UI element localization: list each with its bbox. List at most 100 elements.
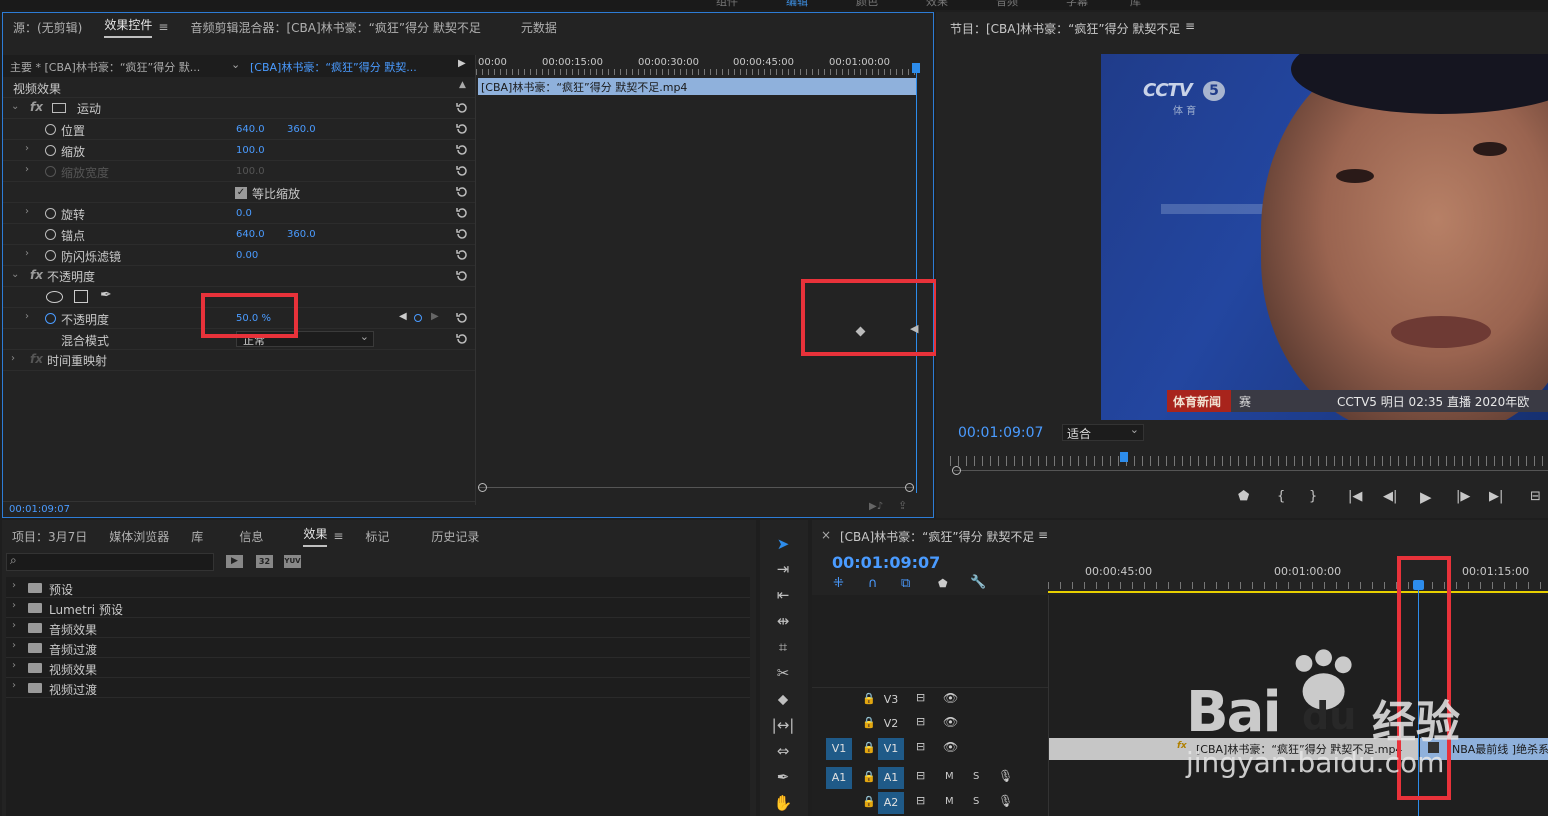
tab-audio-clip-mixer[interactable]: 音频剪辑混合器：[CBA]林书豪：“疯狂”得分 默契不足 — [190, 19, 480, 36]
tree-item-video-transitions[interactable]: › 视频过渡 — [6, 679, 750, 698]
opacity-group-row[interactable]: ⌄ fx 不透明度 — [3, 266, 475, 287]
time-remap-row[interactable]: › fx 时间重映射 — [3, 350, 475, 371]
clip-bar[interactable]: [CBA]林书豪：“疯狂”得分 默契不足.mp4 — [478, 78, 916, 95]
motion-row[interactable]: ⌄ fx 运动 — [3, 98, 475, 119]
scale-row[interactable]: › 缩放 100.0 — [3, 140, 475, 161]
rectangle-mask-icon[interactable] — [74, 290, 88, 303]
program-menu-icon[interactable]: ≡ — [1185, 19, 1195, 33]
effect-timecode[interactable]: 00:01:09:07 — [9, 504, 70, 515]
ripple-edit-tool-icon[interactable]: ⇤ — [771, 586, 795, 606]
track-target-v1[interactable]: V1 — [878, 738, 904, 760]
add-marker-icon[interactable]: ⬟ — [938, 577, 948, 590]
pen-mask-icon[interactable]: ✒ — [100, 287, 112, 303]
add-keyframe-icon[interactable] — [414, 314, 422, 322]
position-row[interactable]: 位置 640.0 360.0 — [3, 119, 475, 140]
track-a2[interactable]: 🔒 A2 ⊟ M S 🎙 — [812, 791, 1048, 815]
bit32-effects-icon[interactable]: 32 — [256, 555, 273, 568]
scale-value[interactable]: 100.0 — [236, 145, 265, 156]
fit-select[interactable]: 适合 ⌄ — [1062, 423, 1144, 441]
slip-tool-icon[interactable]: ⬥ — [771, 690, 795, 710]
search-input[interactable] — [25, 555, 211, 569]
rotation-value[interactable]: 0.0 — [236, 208, 252, 219]
microphone-icon[interactable]: 🎙 — [998, 794, 1013, 808]
track-v2[interactable]: 🔒 V2 ⊟ 👁 — [812, 712, 1048, 736]
close-icon[interactable]: × — [821, 528, 831, 542]
chevron-right-icon[interactable]: › — [25, 143, 29, 154]
track-v1[interactable]: V1 🔒 V1 ⊟ 👁 — [812, 737, 1048, 761]
linked-selection-icon[interactable]: ⧉ — [901, 576, 910, 591]
settings-wrench-icon[interactable]: 🔧 — [970, 575, 986, 590]
sync-lock-icon[interactable]: ⊟ — [916, 715, 925, 728]
snap-icon[interactable]: ∩ — [868, 576, 878, 591]
tab-info[interactable]: 信息 — [239, 528, 263, 545]
timeline-timecode[interactable]: 00:01:09:07 — [832, 553, 940, 572]
playhead-handle[interactable] — [912, 63, 920, 73]
lock-icon[interactable]: 🔒 — [862, 716, 876, 729]
go-to-out-icon[interactable]: ▶| — [1489, 489, 1503, 504]
fx-icon[interactable]: fx — [30, 268, 43, 282]
export-frame-icon[interactable]: ⊟ — [1530, 489, 1541, 504]
anchor-y[interactable]: 360.0 — [287, 229, 316, 240]
tab-effect-controls[interactable]: 效果控件 — [104, 16, 153, 38]
chevron-right-icon[interactable]: › — [12, 580, 16, 591]
reset-icon[interactable] — [455, 332, 469, 346]
reset-icon[interactable] — [455, 206, 469, 220]
track-target-a1[interactable]: A1 — [878, 767, 904, 789]
program-scrollbar[interactable] — [954, 470, 1548, 471]
tree-item-video-effects[interactable]: › 视频效果 — [6, 659, 750, 678]
program-timecode[interactable]: 00:01:09:07 — [958, 425, 1043, 441]
lock-icon[interactable]: 🔒 — [862, 741, 876, 754]
lock-icon[interactable]: 🔒 — [862, 795, 876, 808]
add-marker-icon[interactable]: ⬟ — [1238, 489, 1249, 504]
tab-menu-icon[interactable]: ≡ — [333, 529, 343, 543]
chevron-right-icon[interactable]: › — [12, 600, 16, 611]
stopwatch-icon[interactable] — [45, 229, 56, 240]
stopwatch-icon[interactable] — [45, 208, 56, 219]
workspace-color[interactable]: 颜色 — [856, 0, 878, 9]
source-patch-v1[interactable]: V1 — [826, 738, 852, 760]
reset-icon[interactable] — [455, 122, 469, 136]
reset-icon[interactable] — [455, 164, 469, 178]
anchor-row[interactable]: 锚点 640.0 360.0 — [3, 224, 475, 245]
tab-markers[interactable]: 标记 — [365, 528, 389, 545]
work-area-bar[interactable] — [1048, 591, 1548, 593]
accelerated-effects-icon[interactable]: ▶ — [226, 555, 243, 568]
keyframe-ruler[interactable]: 00:00 00:00:15:00 00:00:30:00 00:00:45:0… — [476, 55, 918, 77]
track-target-v2[interactable]: V2 — [878, 713, 904, 735]
tab-effects[interactable]: 效果 — [303, 525, 328, 547]
tree-item-presets[interactable]: › 预设 — [6, 579, 750, 598]
workspace-audio[interactable]: 音频 — [996, 0, 1018, 9]
chevron-right-icon[interactable]: › — [25, 248, 29, 259]
reset-icon[interactable] — [455, 185, 469, 199]
mark-in-icon[interactable]: { — [1277, 489, 1285, 504]
solo-button[interactable]: S — [973, 796, 979, 807]
filter-audio-icon[interactable]: ▶♪ — [869, 501, 883, 512]
chevron-right-icon[interactable]: › — [12, 660, 16, 671]
sync-lock-icon[interactable]: ⊟ — [916, 794, 925, 807]
tab-history[interactable]: 历史记录 — [431, 528, 479, 545]
reset-icon[interactable] — [455, 269, 469, 283]
lock-icon[interactable]: 🔒 — [862, 770, 876, 783]
mute-button[interactable]: M — [945, 771, 954, 782]
track-target-v3[interactable]: V3 — [878, 689, 904, 711]
eye-icon[interactable]: 👁 — [943, 715, 958, 729]
program-playhead[interactable] — [1120, 452, 1128, 462]
position-x[interactable]: 640.0 — [236, 124, 265, 135]
lock-icon[interactable]: 🔒 — [862, 692, 876, 705]
timeline-menu-icon[interactable]: ≡ — [1038, 528, 1048, 542]
stopwatch-icon[interactable] — [45, 145, 56, 156]
solo-button[interactable]: S — [973, 771, 979, 782]
eye-icon[interactable]: 👁 — [943, 691, 958, 705]
reset-icon[interactable] — [455, 101, 469, 115]
tab-media-browser[interactable]: 媒体浏览器 — [109, 528, 169, 545]
sync-lock-icon[interactable]: ⊟ — [916, 769, 925, 782]
slide-tool-icon[interactable]: |↔| — [771, 716, 795, 736]
keyframe-playhead[interactable] — [916, 63, 917, 493]
uniform-scale-checkbox[interactable]: ✓ — [235, 187, 247, 199]
tree-item-lumetri[interactable]: › Lumetri 预设 — [6, 599, 750, 618]
go-to-in-icon[interactable]: |◀ — [1348, 489, 1362, 504]
stopwatch-icon[interactable] — [45, 124, 56, 135]
chevron-right-icon[interactable]: › — [25, 311, 29, 322]
nest-toggle-icon[interactable]: ⁜ — [833, 576, 844, 591]
keyframe-scrollbar[interactable] — [478, 483, 914, 493]
